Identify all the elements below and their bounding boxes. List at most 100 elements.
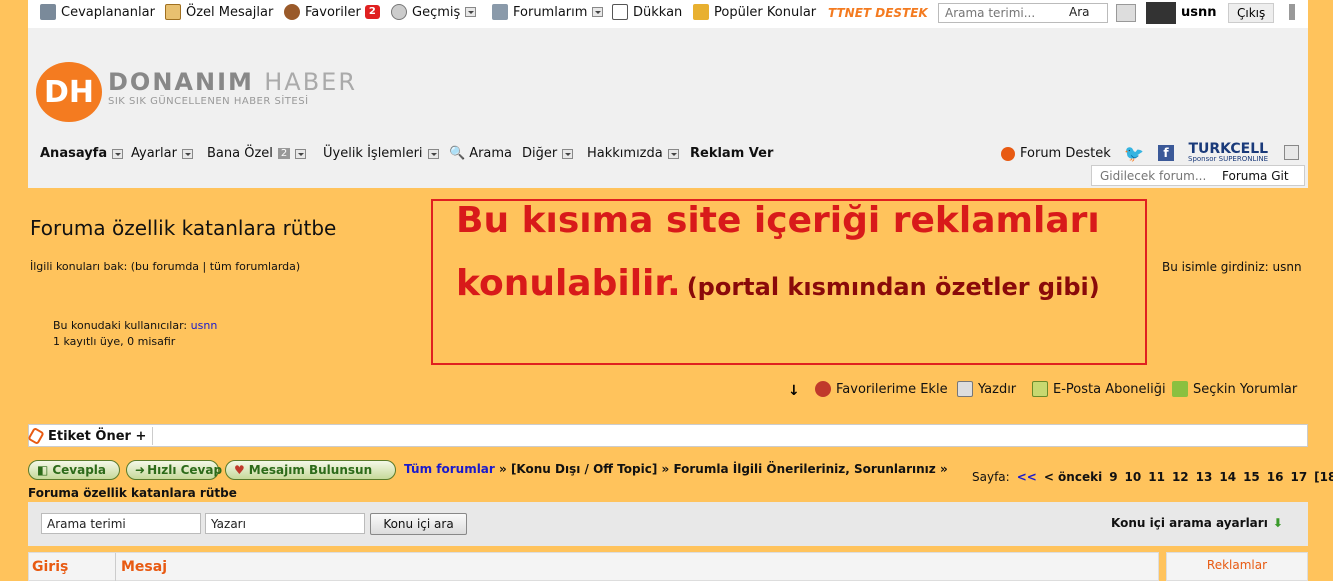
nav-anasayfa[interactable]: Anasayfa <box>40 146 124 161</box>
print-icon <box>957 381 973 397</box>
monitor-icon[interactable] <box>1116 4 1136 22</box>
logout-button[interactable]: Çıkış <box>1228 3 1275 23</box>
pin-icon[interactable] <box>1289 4 1295 20</box>
nav-uyelik-islemleri[interactable]: Üyelik İşlemleri <box>323 146 439 161</box>
ttnet-label: TTNET DESTEK <box>828 6 928 20</box>
nav-arama[interactable]: 🔍 Arama <box>449 146 512 161</box>
mesajim-bulunsun-button[interactable]: ♥ Mesajım Bulunsun <box>225 460 396 480</box>
pager-page[interactable]: 13 <box>1196 470 1213 484</box>
thread-user-link[interactable]: usnn <box>191 319 218 332</box>
site-header <box>28 28 1308 188</box>
populer-konular-link[interactable]: Popüler Konular <box>693 4 816 20</box>
nav-reklam-ver[interactable]: Reklam Ver <box>690 146 773 161</box>
eposta-abonelik-link[interactable]: E-Posta Aboneliği <box>1032 381 1166 397</box>
pager-label: Sayfa: <box>972 470 1010 484</box>
bana-ozel-dropdown-icon[interactable] <box>295 148 307 159</box>
cevaplananlar-link[interactable]: Cevaplananlar <box>40 4 155 20</box>
pager-last[interactable]: [18] <box>1314 470 1333 484</box>
related-topics[interactable]: İlgili konuları bak: (bu forumda | tüm f… <box>30 260 300 273</box>
pager-page[interactable]: 17 <box>1290 470 1307 484</box>
download-icon: ⬇ <box>1272 516 1283 530</box>
yazdir-link[interactable]: Yazdır <box>957 381 1016 397</box>
turkcell-sponsor-logo[interactable]: TURKCELL Sponsor SUPERONLINE <box>1188 142 1268 163</box>
hakkimizda-dropdown-icon[interactable] <box>667 148 679 159</box>
breadcrumb-sep: » <box>494 462 511 476</box>
ttnet-destek-link[interactable]: TTNET DESTEK <box>828 6 928 20</box>
nav-bana-ozel[interactable]: Bana Özel 2 <box>207 146 307 161</box>
pager-page[interactable]: 10 <box>1125 470 1142 484</box>
nav-forum-destek[interactable]: Forum Destek <box>1001 146 1111 161</box>
thread-search-author-input[interactable] <box>205 513 365 534</box>
search-button[interactable]: Ara <box>1069 5 1090 19</box>
forum-goto-button[interactable]: Foruma Git <box>1222 169 1289 183</box>
cart-icon <box>612 4 628 20</box>
history-icon <box>391 4 407 20</box>
ayarlar-dropdown-icon[interactable] <box>181 148 193 159</box>
gecmis-link[interactable]: Geçmiş <box>391 4 477 20</box>
heart-icon <box>284 4 300 20</box>
nav-diger[interactable]: Diğer <box>522 146 574 161</box>
gecmis-label: Geçmiş <box>412 4 461 20</box>
thread-search-term-input[interactable] <box>41 513 201 534</box>
cevapla-button[interactable]: ◧ Cevapla <box>28 460 120 480</box>
anasayfa-dropdown-icon[interactable] <box>112 148 124 159</box>
gecmis-dropdown-icon[interactable] <box>465 7 477 17</box>
logo-icon[interactable]: DH <box>36 62 102 122</box>
etiket-oner-button[interactable]: Etiket Öner + <box>27 426 154 446</box>
thread-search-settings[interactable]: Konu içi arama ayarları ⬇ <box>1111 516 1283 530</box>
forumlarim-label: Forumlarım <box>513 4 588 20</box>
logged-in-as: Bu isimle girdiniz: usnn <box>1162 260 1302 274</box>
nav-arama-label: Arama <box>469 146 513 161</box>
search-icon: 🔍 <box>449 146 466 161</box>
sponsor-dropdown-icon[interactable] <box>1284 145 1299 160</box>
pager-page[interactable]: 16 <box>1267 470 1284 484</box>
breadcrumb-konu-disi[interactable]: [Konu Dışı / Off Topic] <box>511 462 657 476</box>
pager-page[interactable]: 9 <box>1109 470 1117 484</box>
avatar[interactable] <box>1146 2 1176 24</box>
forumlarim-link[interactable]: Forumlarım <box>492 4 604 20</box>
forumlarim-dropdown-icon[interactable] <box>592 7 604 17</box>
facebook-icon[interactable]: f <box>1158 145 1174 161</box>
pager-first[interactable]: << <box>1017 470 1037 484</box>
column-mesaj: Mesaj <box>121 559 168 575</box>
replies-icon <box>40 4 56 20</box>
nav-hakkimizda[interactable]: Hakkımızda <box>587 146 679 161</box>
nav-hakkimizda-label: Hakkımızda <box>587 146 663 161</box>
favorilere-ekle-link[interactable]: Favorilerime Ekle <box>815 381 948 397</box>
pager-prev[interactable]: < önceki <box>1044 470 1102 484</box>
pager-page[interactable]: 14 <box>1219 470 1236 484</box>
pager-page[interactable]: 12 <box>1172 470 1189 484</box>
column-divider <box>115 553 116 581</box>
twitter-icon[interactable]: 🐦 <box>1124 144 1144 163</box>
support-icon <box>1001 146 1015 161</box>
forum-goto: Foruma Git <box>1091 165 1305 186</box>
turkcell-label: TURKCELL <box>1188 141 1269 157</box>
ad-text-line1: Bu kısıma site içeriği reklamları <box>456 200 1100 241</box>
subscribe-icon <box>1032 381 1048 397</box>
nav-diger-label: Diğer <box>522 146 558 161</box>
nav-ayarlar[interactable]: Ayarlar <box>131 146 193 161</box>
favoriler-label: Favoriler <box>305 4 361 20</box>
username-link[interactable]: usnn <box>1181 5 1217 20</box>
pager-page[interactable]: 11 <box>1148 470 1165 484</box>
dukkan-link[interactable]: Dükkan <box>612 4 682 20</box>
logo-text[interactable]: DONANIM HABER <box>108 68 357 96</box>
column-giris: Giriş <box>32 559 69 575</box>
forum-goto-input[interactable] <box>1092 168 1222 183</box>
pager-page[interactable]: 15 <box>1243 470 1260 484</box>
uyelik-dropdown-icon[interactable] <box>427 148 439 159</box>
ozel-mesajlar-link[interactable]: Özel Mesajlar <box>165 4 273 20</box>
populer-label: Popüler Konular <box>714 4 817 20</box>
favoriler-link[interactable]: Favoriler 2 <box>284 4 380 20</box>
breadcrumb-forumla[interactable]: Forumla İlgili Önerileriniz, Sorunlarını… <box>673 462 935 476</box>
hizli-cevap-button[interactable]: ➜ Hızlı Cevap <box>126 460 222 480</box>
tag-icon <box>27 426 45 446</box>
logo-name-b: HABER <box>264 68 358 96</box>
diger-dropdown-icon[interactable] <box>562 148 574 159</box>
thread-search-button[interactable]: Konu içi ara <box>370 513 467 535</box>
logo-slogan: SIK SIK GÜNCELLENEN HABER SİTESİ <box>108 96 309 107</box>
breadcrumb-tum-forumlar[interactable]: Tüm forumlar <box>404 462 495 476</box>
page-title: Foruma özellik katanlara rütbe <box>30 216 337 240</box>
arrow-down-icon[interactable]: ↓ <box>788 383 800 399</box>
seckin-yorumlar-link[interactable]: Seçkin Yorumlar <box>1172 381 1297 397</box>
